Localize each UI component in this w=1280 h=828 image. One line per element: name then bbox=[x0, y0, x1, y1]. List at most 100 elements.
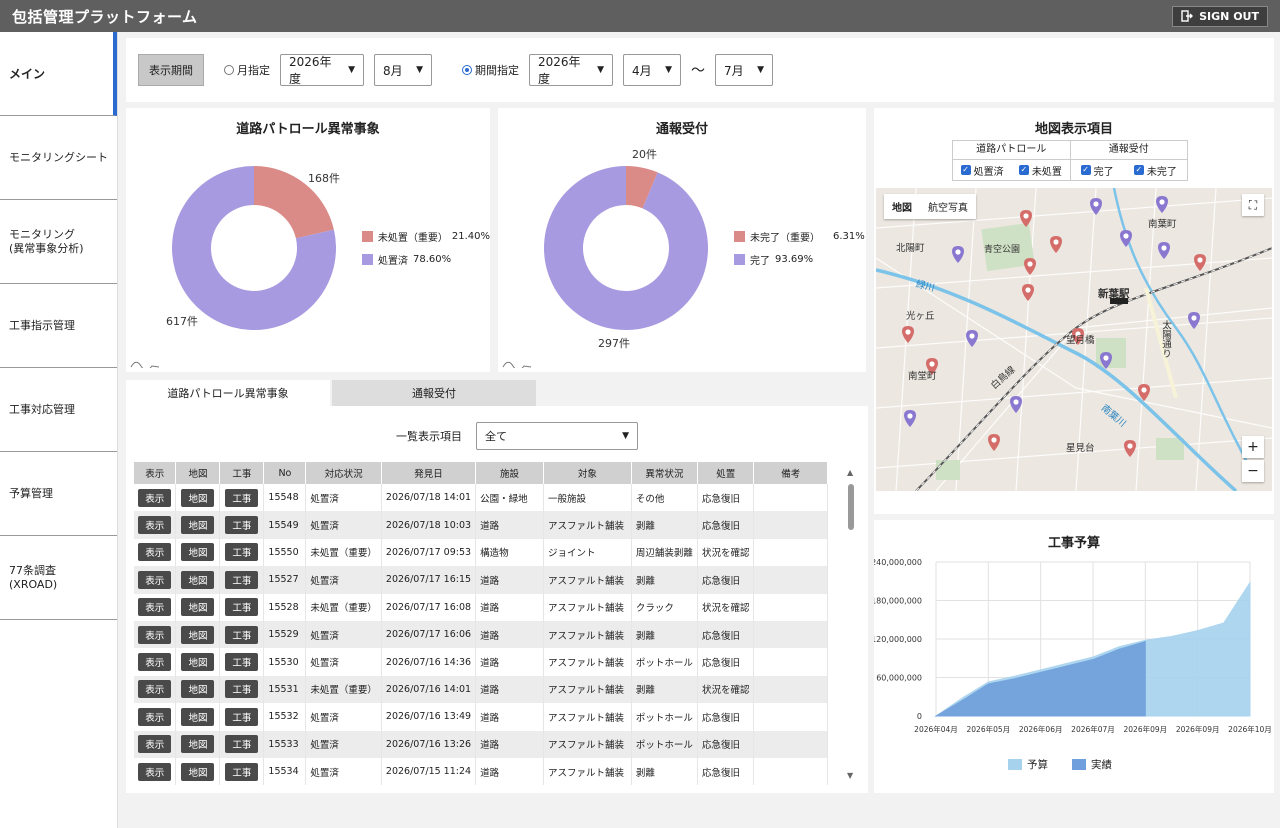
work-button[interactable]: 工事 bbox=[225, 598, 259, 617]
work-button[interactable]: 工事 bbox=[225, 680, 259, 699]
map-button[interactable]: 地図 bbox=[181, 680, 215, 699]
range-from-select[interactable]: 4月 ▼ bbox=[623, 54, 681, 86]
action-cell: 地図 bbox=[175, 757, 221, 786]
y-tick-label: 60,000,000 bbox=[876, 674, 922, 683]
cell-facility: 道路 bbox=[475, 703, 544, 731]
show-button[interactable]: 表示 bbox=[138, 762, 172, 781]
cell-status: 処置済 bbox=[305, 757, 382, 786]
range-radio[interactable]: 期間指定 bbox=[462, 62, 519, 78]
table-scrollbar[interactable]: ▲ ▼ bbox=[846, 468, 856, 780]
map-button[interactable]: 地図 bbox=[181, 488, 215, 507]
map-type-map[interactable]: 地図 bbox=[884, 194, 920, 219]
work-button[interactable]: 工事 bbox=[225, 735, 259, 754]
range-tilde: 〜 bbox=[691, 63, 705, 79]
map-button[interactable]: 地図 bbox=[181, 625, 215, 644]
map-button[interactable]: 地図 bbox=[181, 516, 215, 535]
map-button[interactable]: 地図 bbox=[181, 735, 215, 754]
cell-no: 15530 bbox=[263, 648, 307, 676]
sign-out-button[interactable]: SIGN OUT bbox=[1172, 5, 1268, 27]
cell-facility: 道路 bbox=[475, 620, 544, 649]
scroll-down-icon[interactable]: ▼ bbox=[847, 771, 853, 780]
action-cell: 工事 bbox=[219, 620, 265, 649]
work-button[interactable]: 工事 bbox=[225, 762, 259, 781]
legend-entry: 処置済 78.60% bbox=[362, 252, 490, 267]
sidebar-item-label: 77条調査 (XROAD) bbox=[9, 563, 58, 591]
work-button[interactable]: 工事 bbox=[225, 516, 259, 535]
show-button[interactable]: 表示 bbox=[138, 543, 172, 562]
map-button[interactable]: 地図 bbox=[181, 762, 215, 781]
action-cell: 表示 bbox=[134, 757, 177, 786]
checkbox-complete[interactable]: ✓ 完了 bbox=[1080, 163, 1114, 178]
range-year-value: 2026年度 bbox=[538, 55, 581, 86]
month-year-select[interactable]: 2026年度 ▼ bbox=[280, 54, 364, 86]
patrol-donut-legend: 未処置（重要） 21.40% 処置済 78.60% bbox=[362, 229, 490, 267]
display-period-button[interactable]: 表示期間 bbox=[138, 54, 204, 86]
checkbox-treated[interactable]: ✓ 処置済 bbox=[960, 163, 1004, 178]
sidebar-item-monitoring-sheet[interactable]: モニタリングシート bbox=[0, 116, 117, 200]
zoom-out-button[interactable]: − bbox=[1242, 460, 1264, 482]
action-cell: 工事 bbox=[219, 757, 265, 786]
checkbox-incomplete[interactable]: ✓ 未完了 bbox=[1133, 163, 1177, 178]
sidebar-item-work-instruction[interactable]: 工事指示管理 bbox=[0, 284, 117, 368]
map-button[interactable]: 地図 bbox=[181, 570, 215, 589]
scroll-up-icon[interactable]: ▲ bbox=[847, 468, 853, 477]
show-button[interactable]: 表示 bbox=[138, 598, 172, 617]
sidebar-item-work-response[interactable]: 工事対応管理 bbox=[0, 368, 117, 452]
show-button[interactable]: 表示 bbox=[138, 707, 172, 726]
table-row: 表示 地図 工事 15533 処置済 2026/07/16 13:26 道路 アスファルト舗装… bbox=[134, 730, 828, 758]
checkbox-untreated[interactable]: ✓ 未処置 bbox=[1018, 163, 1062, 178]
cell-action: 状況を確認 bbox=[697, 593, 755, 621]
legend-label: 実績 bbox=[1091, 759, 1112, 771]
column-header: 処置 bbox=[697, 462, 755, 484]
tab-report[interactable]: 通報受付 bbox=[332, 380, 536, 406]
show-button[interactable]: 表示 bbox=[138, 488, 172, 507]
tab-patrol[interactable]: 道路パトロール異常事象 bbox=[126, 380, 330, 406]
show-button[interactable]: 表示 bbox=[138, 735, 172, 754]
list-filter-select[interactable]: 全て ▼ bbox=[476, 422, 638, 450]
map-type-aerial[interactable]: 航空写真 bbox=[920, 194, 976, 219]
check-icon: ✓ bbox=[1080, 165, 1091, 175]
sidebar-item-monitoring-analysis[interactable]: モニタリング (異常事象分析) bbox=[0, 200, 117, 284]
legend-entry: 実績 bbox=[1072, 757, 1112, 772]
month-select[interactable]: 8月 ▼ bbox=[374, 54, 432, 86]
work-button[interactable]: 工事 bbox=[225, 653, 259, 672]
month-radio[interactable]: 月指定 bbox=[224, 62, 270, 78]
map-label: 南堂町 bbox=[908, 371, 937, 382]
work-button[interactable]: 工事 bbox=[225, 570, 259, 589]
sidebar-item-label: 予算管理 bbox=[9, 486, 53, 500]
cell-note bbox=[753, 511, 828, 539]
fullscreen-icon[interactable]: ⛶ bbox=[1242, 194, 1264, 216]
column-header: 対象 bbox=[543, 462, 632, 484]
map-view[interactable]: 地図 航空写真 ⛶ + − 南葉町 北陽町 青空公園 新葉駅 光ヶ丘 望月橋 太… bbox=[876, 188, 1272, 491]
action-cell: 表示 bbox=[134, 703, 177, 731]
range-year-select[interactable]: 2026年度 ▼ bbox=[529, 54, 613, 86]
map-button[interactable]: 地図 bbox=[181, 653, 215, 672]
map-button[interactable]: 地図 bbox=[181, 598, 215, 617]
cell-anomaly: ポットホール bbox=[631, 730, 698, 758]
show-button[interactable]: 表示 bbox=[138, 653, 172, 672]
cell-facility: 道路 bbox=[475, 566, 544, 594]
sidebar-item-budget[interactable]: 予算管理 bbox=[0, 452, 117, 536]
patrol-top-label: 168件 bbox=[308, 172, 340, 185]
map-button[interactable]: 地図 bbox=[181, 707, 215, 726]
donut-slice[interactable] bbox=[544, 166, 708, 330]
show-button[interactable]: 表示 bbox=[138, 516, 172, 535]
map-button[interactable]: 地図 bbox=[181, 543, 215, 562]
show-button[interactable]: 表示 bbox=[138, 680, 172, 699]
sidebar-item-xroad[interactable]: 77条調査 (XROAD) bbox=[0, 536, 117, 620]
work-button[interactable]: 工事 bbox=[225, 488, 259, 507]
x-tick-label: 2026年04月 bbox=[914, 724, 958, 734]
y-tick-label: 180,000,000 bbox=[874, 597, 922, 606]
zoom-in-button[interactable]: + bbox=[1242, 436, 1264, 458]
range-to-select[interactable]: 7月 ▼ bbox=[715, 54, 773, 86]
scroll-thumb[interactable] bbox=[848, 484, 854, 530]
work-button[interactable]: 工事 bbox=[225, 543, 259, 562]
work-button[interactable]: 工事 bbox=[225, 707, 259, 726]
action-cell: 表示 bbox=[134, 511, 177, 539]
cell-action: 状況を確認 bbox=[697, 538, 755, 567]
legend-pct: 78.60% bbox=[413, 254, 452, 265]
show-button[interactable]: 表示 bbox=[138, 570, 172, 589]
work-button[interactable]: 工事 bbox=[225, 625, 259, 644]
show-button[interactable]: 表示 bbox=[138, 625, 172, 644]
sidebar-item-main[interactable]: メイン bbox=[0, 32, 117, 116]
